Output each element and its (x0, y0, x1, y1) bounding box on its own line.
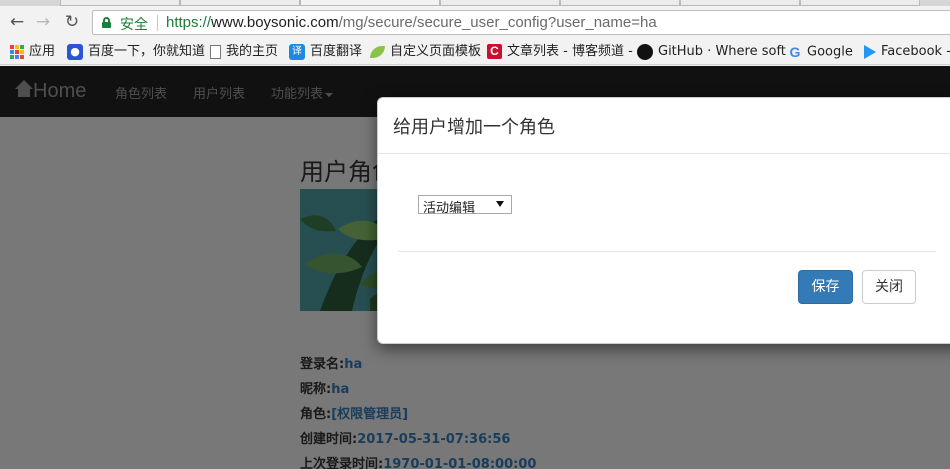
browser-toolbar: ← → ↻ 安全 https://www.boysonic.com/mg/sec… (0, 6, 950, 38)
url-text[interactable]: https://www.boysonic.com/mg/secure/secur… (166, 14, 657, 31)
bookmark-label: 文章列表 - 博客频道 - (507, 44, 633, 59)
address-divider (157, 15, 158, 31)
bookmarks-bar: 应用 ● 百度一下，你就知道 我的主页 译百度翻译 自定义页面模板 C 文章列表 -… (0, 38, 950, 65)
github-icon (637, 43, 653, 60)
forward-arrow-icon[interactable]: → (33, 12, 53, 32)
bookmark-baidu[interactable]: ● 百度一下，你就知道 (67, 43, 205, 61)
apps-icon (10, 44, 24, 59)
reload-icon[interactable]: ↻ (62, 12, 82, 32)
bookmark-facebook[interactable]: Facebook - (864, 43, 950, 61)
modal-footer-divider (398, 251, 936, 252)
url-host: www.boysonic.com (211, 14, 339, 31)
bookmark-apps[interactable]: 应用 (10, 43, 55, 61)
dropdown-arrow-icon (496, 201, 504, 207)
url-path: /mg/secure/secure_user_config?user_name=… (338, 14, 657, 31)
bookmark-label: 百度翻译 (310, 44, 363, 59)
baidu-icon: ● (67, 43, 83, 60)
role-select[interactable]: 活动编辑 (418, 195, 512, 216)
bookmark-label: Facebook - (881, 44, 950, 59)
lock-icon[interactable] (102, 17, 111, 28)
bookmark-label: 我的主页 (226, 44, 279, 59)
back-arrow-icon[interactable]: ← (7, 12, 27, 32)
baidu-translate-icon: 译 (289, 43, 305, 60)
url-scheme: https:// (166, 14, 212, 31)
secure-label[interactable]: 安全 (120, 14, 148, 34)
bookmark-label: 自定义页面模板 (390, 44, 482, 59)
bookmark-label: 应用 (29, 44, 56, 59)
csdn-icon: C (487, 44, 502, 59)
bookmark-csdn[interactable]: C 文章列表 - 博客频道 - (487, 43, 633, 61)
bookmark-label: Google (807, 44, 853, 60)
modal-title: 给用户增加一个角色 (393, 117, 555, 138)
bookmark-custom-template[interactable]: 自定义页面模板 (370, 43, 481, 61)
close-button[interactable]: 关闭 (862, 270, 916, 304)
bookmark-github[interactable]: GitHub · Where soft (637, 43, 786, 61)
bookmark-label: 百度一下，你就知道 (88, 44, 206, 59)
save-button[interactable]: 保存 (798, 270, 853, 304)
modal-header: 给用户增加一个角色 (378, 98, 950, 154)
bookmark-label: GitHub · Where soft (658, 44, 786, 59)
google-icon: G (789, 44, 801, 60)
facebook-icon (864, 44, 876, 59)
leaf-icon (370, 45, 385, 58)
bookmark-baidu-translate[interactable]: 译百度翻译 (289, 43, 362, 61)
bookmark-google[interactable]: G Google (788, 43, 853, 61)
add-role-modal: 给用户增加一个角色 活动编辑 保存 关闭 (377, 97, 950, 344)
bookmark-my-home[interactable]: 我的主页 (210, 43, 278, 61)
address-bar[interactable]: 安全 https://www.boysonic.com/mg/secure/se… (92, 10, 950, 35)
page-icon (210, 44, 221, 59)
role-select-value: 活动编辑 (423, 201, 476, 216)
